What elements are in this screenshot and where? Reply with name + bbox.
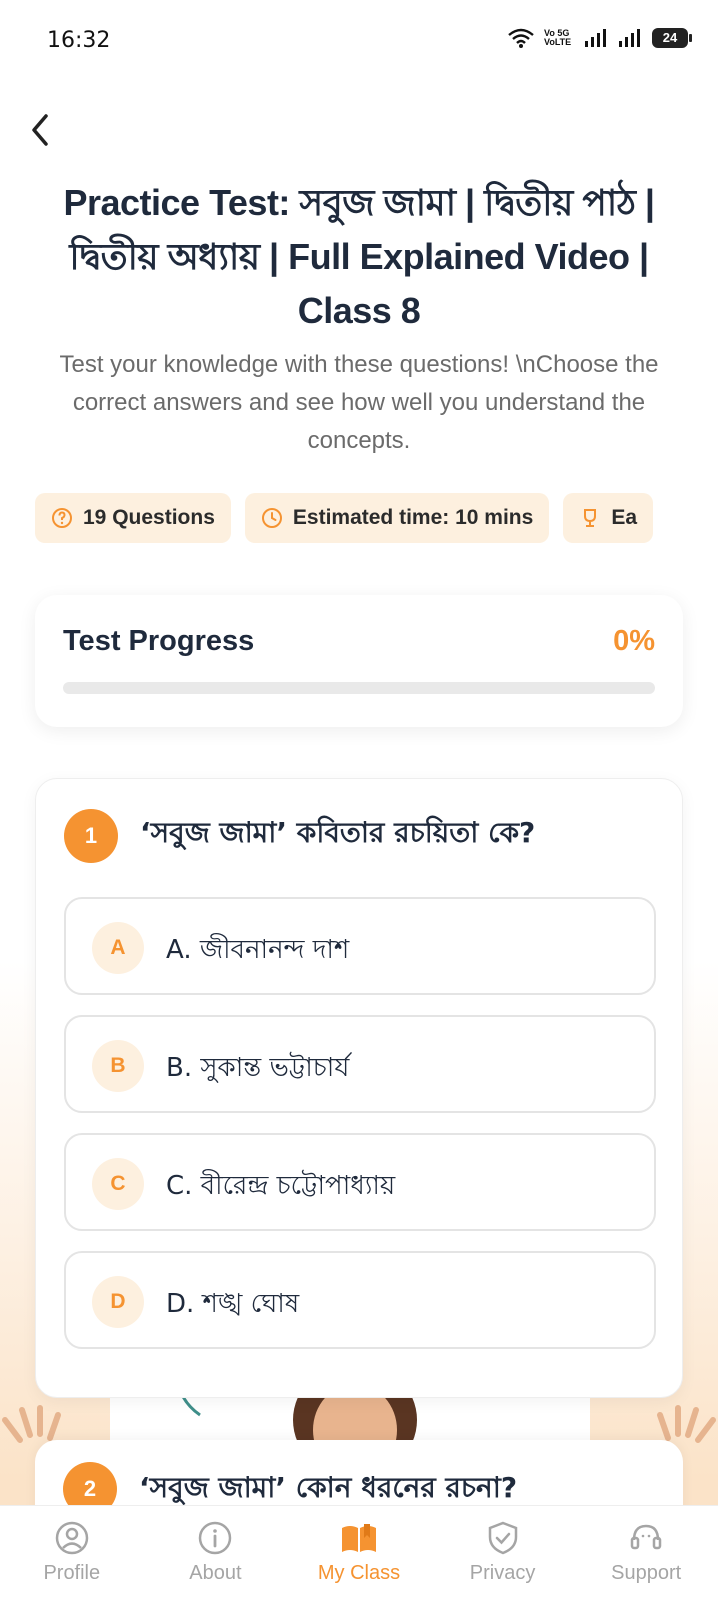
trophy-icon <box>584 509 597 527</box>
nav-profile[interactable]: Profile <box>12 1520 132 1585</box>
question-text: ‘সবুজ জামা’ কবিতার রচয়িতা কে? <box>140 816 536 849</box>
book-icon <box>341 1524 376 1552</box>
clock-icon <box>261 508 282 528</box>
nav-support[interactable]: Support <box>586 1520 706 1585</box>
battery-icon: 24 <box>652 28 692 48</box>
info-chips: 19 Questions Estimated time: 10 mins Ea <box>35 493 683 545</box>
option-text: D. শঙ্খ ঘোষ <box>166 1289 300 1319</box>
page-title: Practice Test: সবুজ জামা | দ্বিতীয় পাঠ … <box>63 182 655 331</box>
option-letter: A <box>92 922 144 974</box>
chip-label: 19 Questions <box>83 506 215 529</box>
option-c[interactable]: C C. বীরেন্দ্র চট্টোপাধ্যায় <box>64 1133 656 1231</box>
network-type: Vo 5G VoLTE <box>544 28 572 47</box>
question-circle-icon <box>52 508 72 528</box>
back-button[interactable] <box>22 108 62 152</box>
chip-label: Ea <box>611 506 637 529</box>
option-letter: C <box>92 1158 144 1210</box>
option-text: A. জীবনানন্দ দাশ <box>166 935 350 965</box>
option-b[interactable]: B B. সুকান্ত ভট্টাচার্য <box>64 1015 656 1113</box>
chip-questions: 19 Questions <box>35 493 231 543</box>
nav-privacy[interactable]: Privacy <box>443 1520 563 1585</box>
progress-percent: 0% <box>613 625 655 657</box>
option-text: C. বীরেন্দ্র চট্টোপাধ্যায় <box>166 1171 396 1201</box>
nav-about[interactable]: About <box>155 1520 275 1585</box>
headset-icon <box>630 1524 662 1550</box>
question-card: 1 ‘সবুজ জামা’ কবিতার রচয়িতা কে? A A. জী… <box>35 778 683 1398</box>
option-letter: D <box>92 1276 144 1328</box>
info-icon <box>199 1521 232 1555</box>
progress-bar <box>63 682 655 694</box>
bottom-nav: Profile About My Class Privacy Support <box>0 1505 718 1599</box>
test-progress-card: Test Progress 0% <box>35 595 683 727</box>
status-time: 16:32 <box>47 28 111 53</box>
status-bar: 16:32 Vo 5G VoLTE 24 <box>0 0 718 84</box>
page-subtitle: Test your knowledge with these questions… <box>59 351 659 454</box>
option-text: B. সুকান্ত ভট্টাচার্য <box>166 1053 350 1083</box>
signal-icon <box>585 29 606 47</box>
chip-label: Estimated time: 10 mins <box>292 506 534 529</box>
progress-label: Test Progress <box>63 625 255 657</box>
question-number: 1 <box>64 809 118 863</box>
nav-label: Profile <box>43 1562 101 1584</box>
nav-label: Support <box>611 1562 682 1584</box>
nav-my-class[interactable]: My Class <box>299 1520 419 1585</box>
status-icons: Vo 5G VoLTE 24 <box>508 28 692 48</box>
chip-time: Estimated time: 10 mins <box>244 493 550 543</box>
signal-icon <box>619 29 640 47</box>
wifi-icon <box>508 28 534 48</box>
option-d[interactable]: D D. শঙ্খ ঘোষ <box>64 1251 656 1349</box>
profile-icon <box>55 1521 89 1555</box>
option-a[interactable]: A A. জীবনানন্দ দাশ <box>64 897 656 995</box>
nav-label: My Class <box>317 1562 401 1584</box>
nav-label: Privacy <box>469 1562 536 1584</box>
chip-earn: Ea <box>563 493 653 543</box>
shield-check-icon <box>488 1521 517 1555</box>
option-letter: B <box>92 1040 144 1092</box>
nav-label: About <box>189 1562 242 1584</box>
chevron-left-icon <box>32 114 48 146</box>
